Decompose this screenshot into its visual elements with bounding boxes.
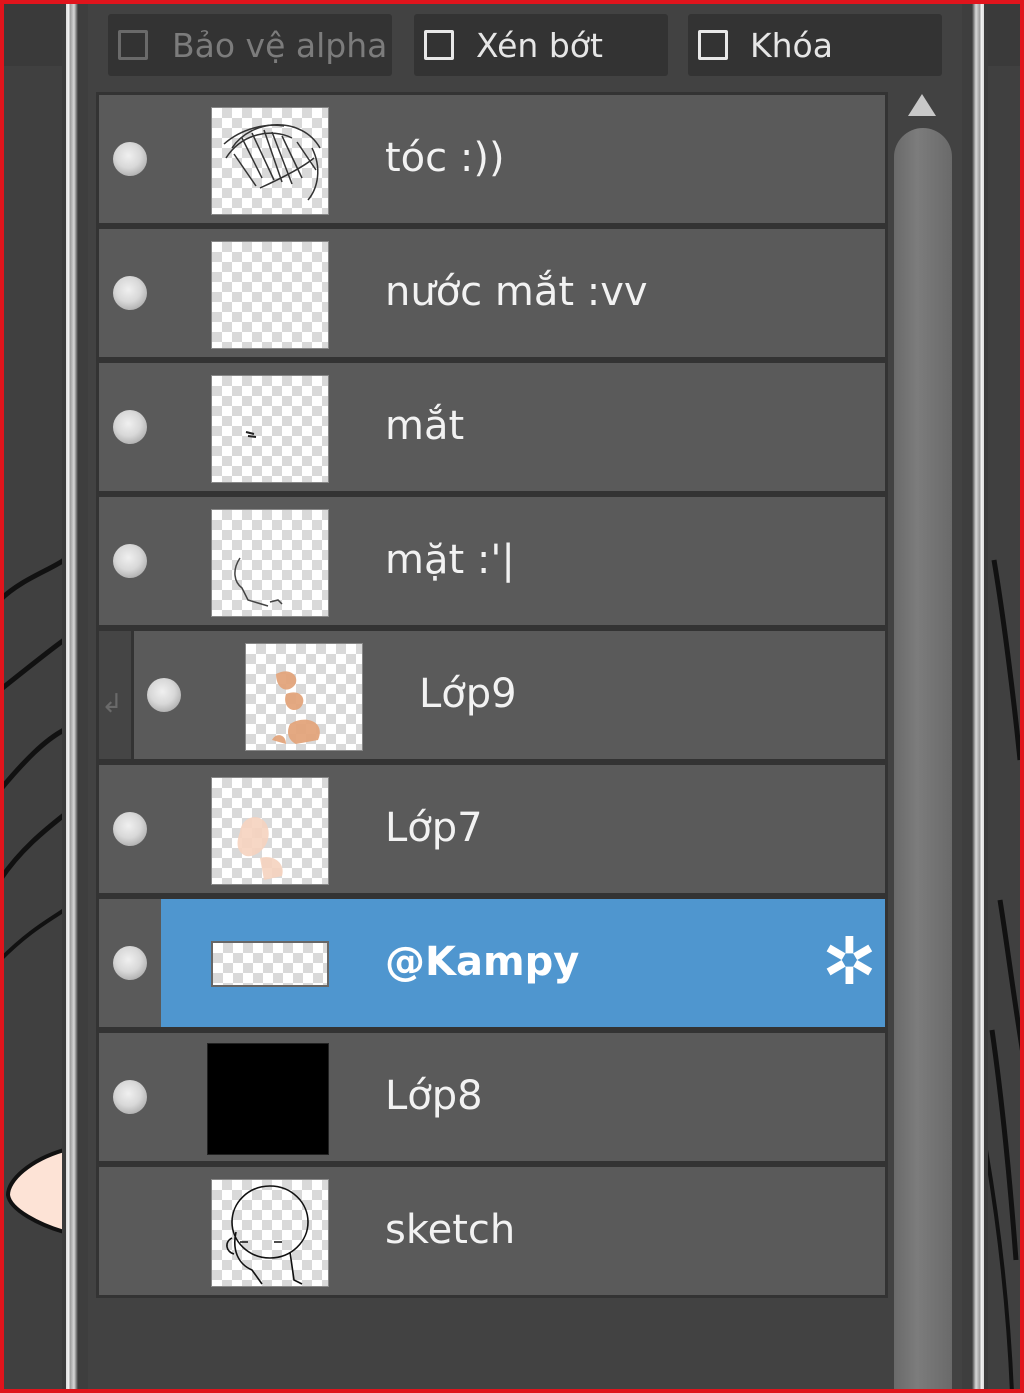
layer-name: mắt xyxy=(385,403,465,449)
layer-row-selected[interactable]: @Kampy ✲ xyxy=(96,896,888,1030)
layer-thumbnail xyxy=(207,1043,329,1155)
layer-name: sketch xyxy=(385,1207,516,1253)
layer-row[interactable]: Lớp8 xyxy=(96,1030,888,1164)
layer-thumbnail xyxy=(211,941,329,987)
layer-name: Lớp9 xyxy=(419,671,517,717)
visibility-toggle[interactable] xyxy=(113,544,147,578)
visibility-toggle[interactable] xyxy=(113,812,147,846)
layer-row[interactable]: nước mắt :vv xyxy=(96,226,888,360)
lock-label: Khóa xyxy=(750,25,833,65)
lock-option[interactable]: Khóa xyxy=(688,14,942,76)
layer-row[interactable]: ↲ Lớp9 xyxy=(96,628,888,762)
clip-arrow-icon: ↲ xyxy=(101,689,123,719)
alpha-protect-label: Bảo vệ alpha xyxy=(172,25,388,65)
alpha-protect-option[interactable]: Bảo vệ alpha xyxy=(108,14,392,76)
layer-thumbnail xyxy=(211,509,329,617)
layer-row[interactable]: mắt xyxy=(96,360,888,494)
layer-name: tóc :)) xyxy=(385,135,505,181)
alpha-protect-checkbox[interactable] xyxy=(118,30,148,60)
layer-thumbnail xyxy=(211,777,329,885)
layer-name: Lớp8 xyxy=(385,1073,483,1119)
visibility-toggle[interactable] xyxy=(113,142,147,176)
layer-name: nước mắt :vv xyxy=(385,269,648,315)
canvas-artwork-right xyxy=(986,559,1024,1393)
layer-thumbnail xyxy=(211,107,329,215)
visibility-toggle[interactable] xyxy=(147,678,181,712)
visibility-toggle[interactable] xyxy=(113,1080,147,1114)
triangle-up-icon[interactable] xyxy=(908,94,936,116)
clip-checkbox[interactable] xyxy=(424,30,454,60)
panel-left-rail xyxy=(62,0,88,1393)
visibility-toggle[interactable] xyxy=(113,410,147,444)
layer-row[interactable]: sketch xyxy=(96,1164,888,1298)
visibility-toggle[interactable] xyxy=(113,276,147,310)
layer-row[interactable]: tóc :)) xyxy=(96,92,888,226)
clip-indicator: ↲ xyxy=(99,631,134,759)
layer-name: Lớp7 xyxy=(385,805,483,851)
clip-option[interactable]: Xén bớt xyxy=(414,14,668,76)
layer-name: @Kampy xyxy=(385,939,580,985)
canvas-left-area[interactable] xyxy=(0,0,64,1393)
clip-label: Xén bớt xyxy=(476,25,603,65)
layer-thumbnail xyxy=(211,1179,329,1287)
layer-row[interactable]: mặt :'| xyxy=(96,494,888,628)
layer-thumbnail xyxy=(211,241,329,349)
gear-icon[interactable]: ✲ xyxy=(822,929,877,995)
lock-checkbox[interactable] xyxy=(698,30,728,60)
scrollbar-thumb[interactable] xyxy=(894,128,952,1393)
layer-thumbnail xyxy=(245,643,363,751)
layer-name: mặt :'| xyxy=(385,537,515,583)
panel-right-rail xyxy=(962,0,988,1393)
layer-thumbnail xyxy=(211,375,329,483)
visibility-toggle[interactable] xyxy=(113,946,147,980)
layer-row[interactable]: Lớp7 xyxy=(96,762,888,896)
canvas-artwork-left xyxy=(0,557,64,1235)
canvas-right-area[interactable] xyxy=(986,0,1024,1393)
